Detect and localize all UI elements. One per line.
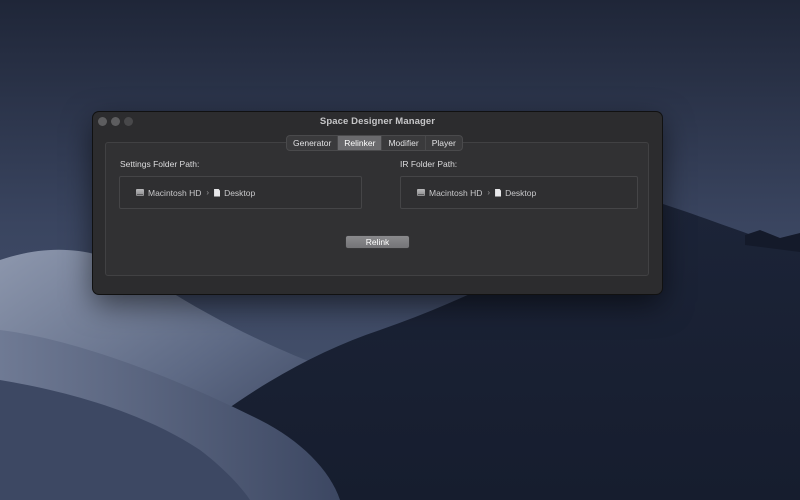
relinker-panel: Settings Folder Path: Macintosh HD › Des… — [105, 142, 649, 276]
relink-button[interactable]: Relink — [346, 236, 409, 248]
tab-generator[interactable]: Generator — [287, 136, 339, 150]
tab-bar: Generator Relinker Modifier Player — [286, 135, 463, 151]
tab-player[interactable]: Player — [426, 136, 462, 150]
chevron-right-icon: › — [206, 188, 210, 197]
path-segment[interactable]: Desktop — [495, 188, 536, 198]
document-icon — [495, 188, 502, 197]
path-segment[interactable]: Macintosh HD — [136, 188, 201, 198]
ir-folder-path-control[interactable]: Macintosh HD › Desktop — [400, 176, 638, 209]
path-segment[interactable]: Macintosh HD — [417, 188, 482, 198]
ir-folder-label: IR Folder Path: — [400, 159, 458, 169]
app-window: Space Designer Manager Settings Folder P… — [93, 112, 662, 294]
path-segment-label: Desktop — [224, 187, 256, 198]
tab-modifier[interactable]: Modifier — [382, 136, 426, 150]
hard-drive-icon — [417, 189, 425, 196]
path-segment[interactable]: Desktop — [214, 188, 255, 198]
path-segment-label: Macintosh HD — [429, 187, 483, 198]
path-segment-label: Macintosh HD — [148, 187, 202, 198]
chevron-right-icon: › — [487, 188, 491, 197]
title-bar[interactable]: Space Designer Manager — [93, 112, 662, 132]
hard-drive-icon — [136, 189, 144, 196]
settings-folder-label: Settings Folder Path: — [120, 159, 200, 169]
settings-folder-path-control[interactable]: Macintosh HD › Desktop — [119, 176, 362, 209]
document-icon — [214, 188, 221, 197]
path-segment-label: Desktop — [505, 187, 537, 198]
window-title: Space Designer Manager — [319, 116, 436, 127]
tab-relinker[interactable]: Relinker — [338, 136, 383, 150]
